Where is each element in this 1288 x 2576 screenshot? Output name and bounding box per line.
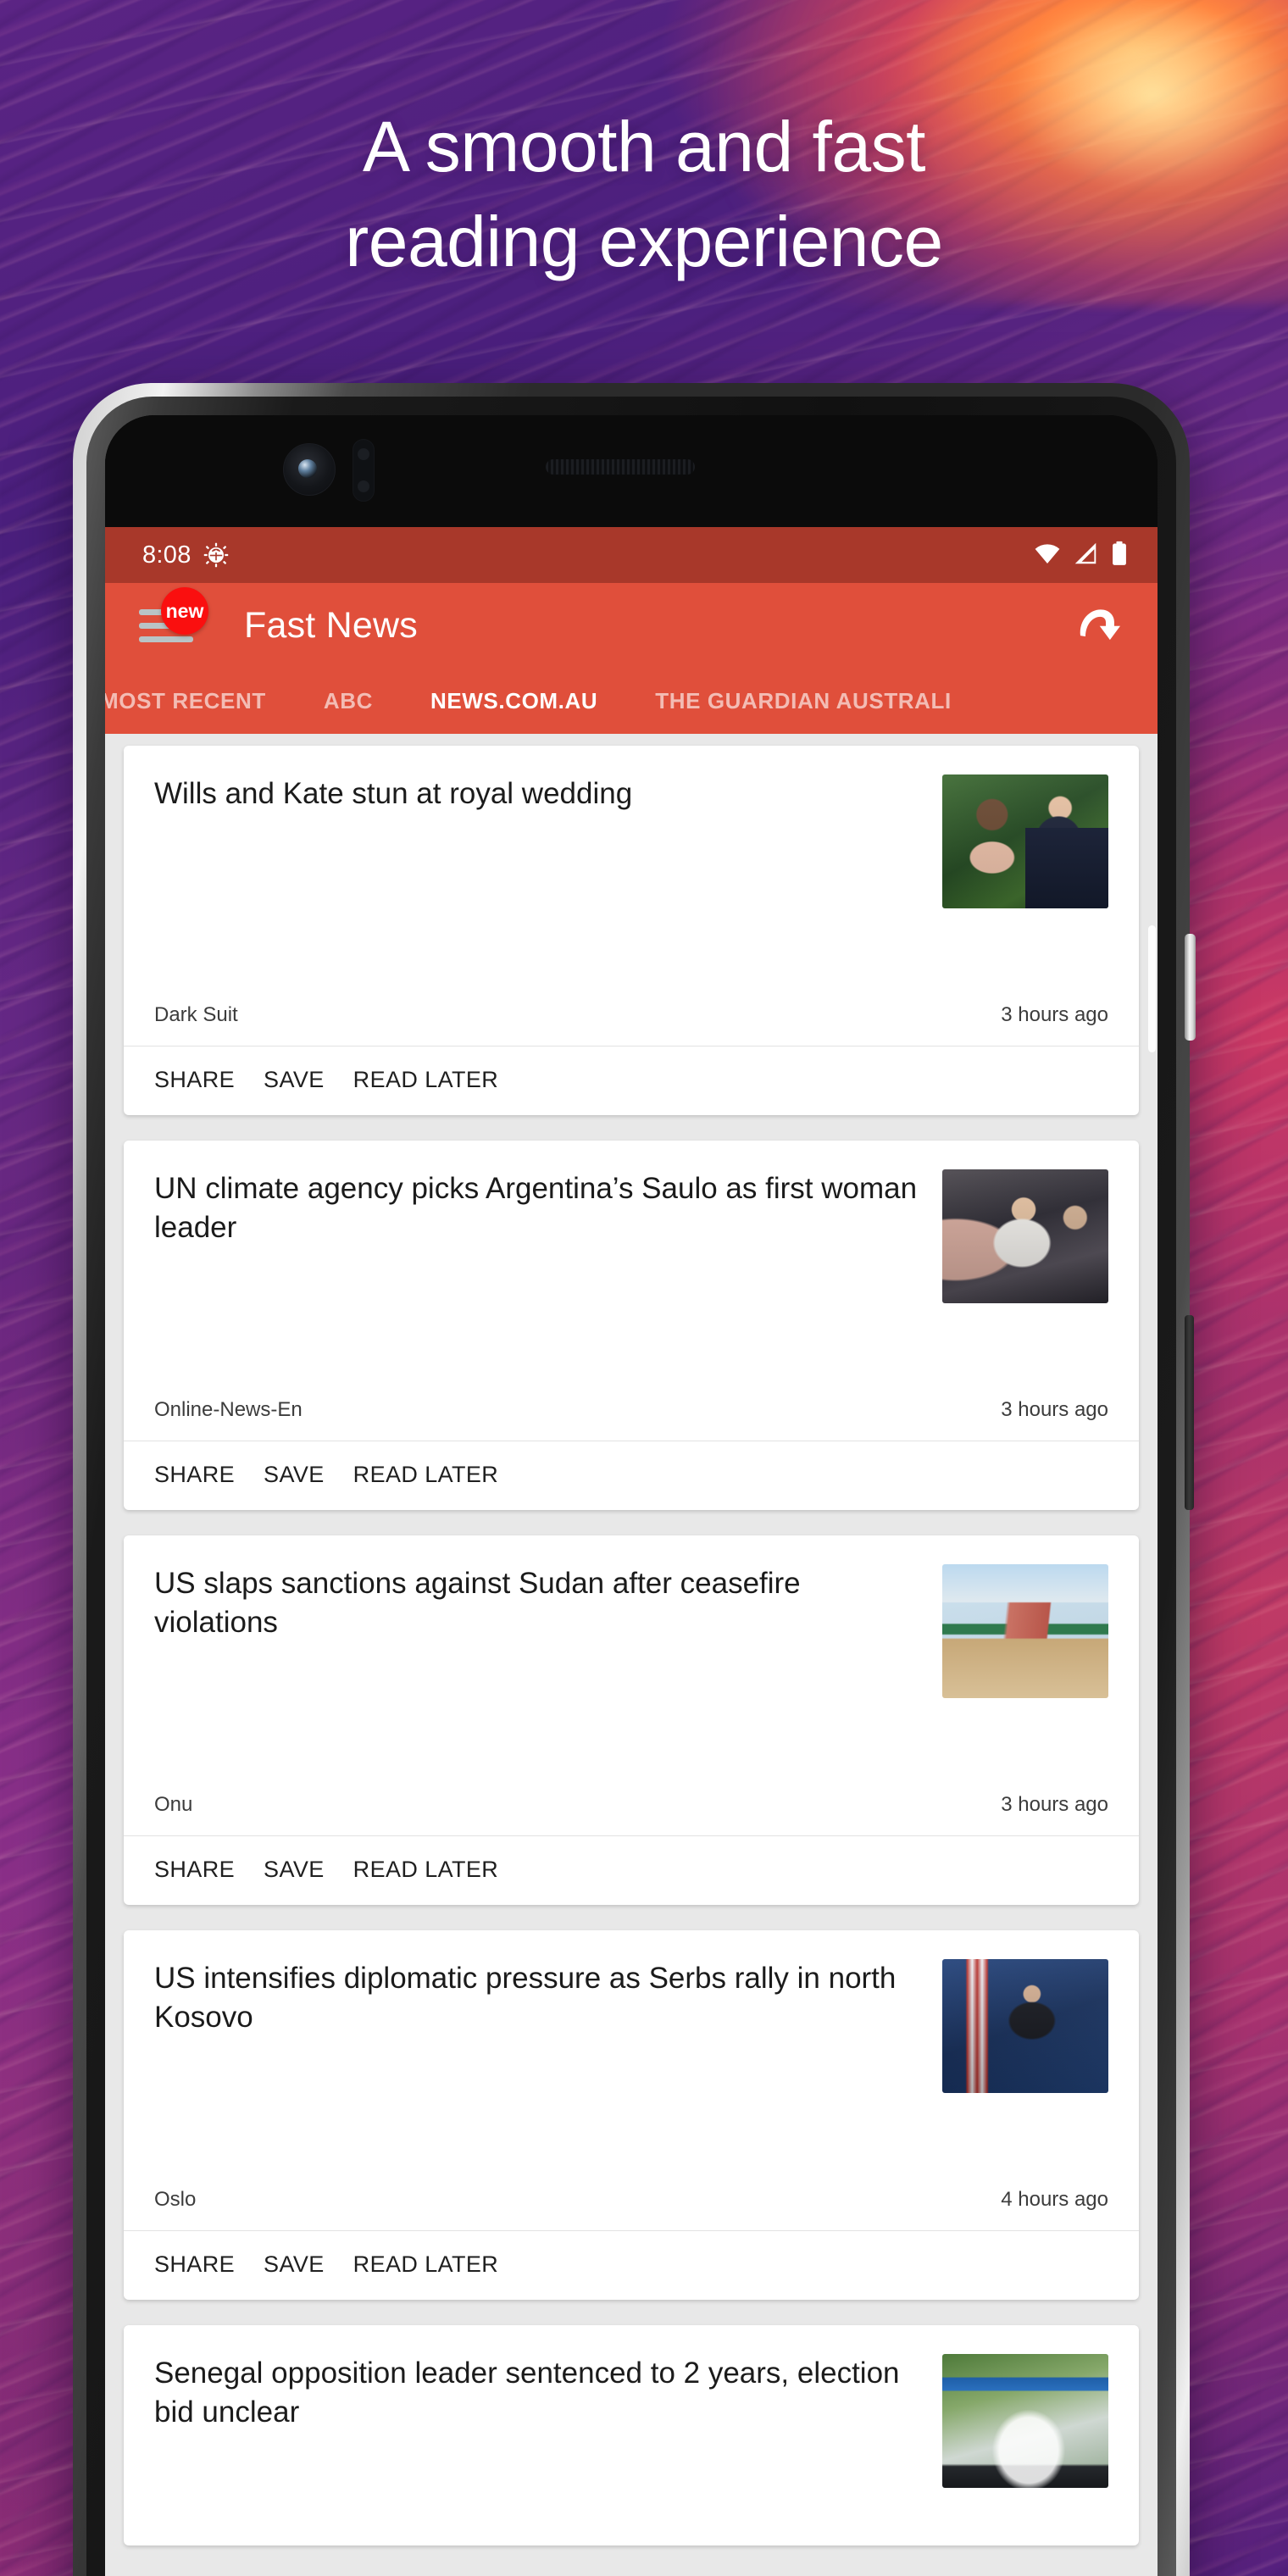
news-card-text: Senegal opposition leader sentenced to 2… <box>154 2354 942 2545</box>
news-card-text: US intensifies diplomatic pressure as Se… <box>154 1959 942 2151</box>
news-card-source: Onu <box>154 1793 193 1816</box>
news-card-title: Wills and Kate stun at royal wedding <box>154 777 633 810</box>
phone-screen: 8:08 new Fast News MOST RECENT ABC NEWS.… <box>105 415 1158 2576</box>
news-card-body[interactable]: UN climate agency picks Argentina’s Saul… <box>124 1141 1139 1361</box>
news-card-timestamp: 3 hours ago <box>1001 1398 1108 1421</box>
news-card-title: US slaps sanctions against Sudan after c… <box>154 1567 801 1640</box>
news-card-actions[interactable]: SHARE SAVE READ LATER <box>124 1835 1139 1905</box>
news-feed[interactable]: Wills and Kate stun at royal wedding Dar… <box>105 734 1158 2576</box>
source-tab-bar[interactable]: MOST RECENT ABC NEWS.COM.AU THE GUARDIAN… <box>105 668 1158 734</box>
share-button[interactable]: SHARE <box>154 1067 235 1093</box>
news-card-title: Senegal opposition leader sentenced to 2… <box>154 2357 900 2429</box>
hamburger-menu-icon[interactable]: new <box>139 587 208 645</box>
phone-volume-button[interactable] <box>1185 1315 1194 1510</box>
tab-news-com-au[interactable]: NEWS.COM.AU <box>402 688 626 714</box>
news-card-actions[interactable]: SHARE SAVE READ LATER <box>124 2230 1139 2300</box>
news-card-body[interactable]: Senegal opposition leader sentenced to 2… <box>124 2325 1139 2545</box>
read-later-button[interactable]: READ LATER <box>353 1067 499 1093</box>
page-title: Fast News <box>244 604 418 646</box>
save-button[interactable]: SAVE <box>264 1067 325 1093</box>
read-later-button[interactable]: READ LATER <box>353 1462 499 1488</box>
share-button[interactable]: SHARE <box>154 1462 235 1488</box>
new-badge: new <box>161 587 208 635</box>
share-button[interactable]: SHARE <box>154 2251 235 2278</box>
promo-headline: A smooth and fast reading experience <box>345 107 943 281</box>
status-bar-clock: 8:08 <box>142 541 192 569</box>
status-bar-icons <box>1034 541 1129 570</box>
phone-mockup: 8:08 new Fast News MOST RECENT ABC NEWS.… <box>73 383 1196 2576</box>
tab-abc[interactable]: ABC <box>295 688 402 714</box>
news-card[interactable]: US slaps sanctions against Sudan after c… <box>124 1535 1139 1905</box>
tab-the-guardian-australia[interactable]: THE GUARDIAN AUSTRALI <box>626 688 980 714</box>
news-card-source: Dark Suit <box>154 1003 238 1026</box>
news-card-thumbnail <box>942 1169 1108 1303</box>
news-card-thumbnail <box>942 2354 1108 2488</box>
news-card-meta: Oslo 4 hours ago <box>124 2188 1139 2230</box>
read-later-button[interactable]: READ LATER <box>353 2251 499 2278</box>
save-button[interactable]: SAVE <box>264 1857 325 1883</box>
proximity-sensor-icon <box>353 439 375 502</box>
news-card-title: UN climate agency picks Argentina’s Saul… <box>154 1172 918 1245</box>
news-card-meta: Online-News-En 3 hours ago <box>124 1398 1139 1441</box>
battery-icon <box>1110 541 1129 570</box>
news-card-thumbnail <box>942 1959 1108 2093</box>
status-bar: 8:08 <box>105 527 1158 583</box>
save-button[interactable]: SAVE <box>264 1462 325 1488</box>
bug-gear-icon <box>203 542 229 568</box>
news-card-timestamp: 3 hours ago <box>1001 1793 1108 1816</box>
tab-most-recent[interactable]: MOST RECENT <box>105 688 295 714</box>
news-card-body[interactable]: US slaps sanctions against Sudan after c… <box>124 1535 1139 1756</box>
news-card-text: UN climate agency picks Argentina’s Saul… <box>154 1169 942 1361</box>
share-button[interactable]: SHARE <box>154 1857 235 1883</box>
news-card-thumbnail <box>942 774 1108 908</box>
wifi-icon <box>1034 541 1061 569</box>
phone-inner-frame: 8:08 new Fast News MOST RECENT ABC NEWS.… <box>86 397 1176 2576</box>
app-bar: new Fast News <box>105 583 1158 668</box>
news-card-source: Oslo <box>154 2188 197 2211</box>
refresh-icon[interactable] <box>1069 596 1129 655</box>
news-card-text: US slaps sanctions against Sudan after c… <box>154 1564 942 1756</box>
news-card-meta: Onu 3 hours ago <box>124 1793 1139 1835</box>
scrollbar-thumb[interactable] <box>1148 925 1156 1052</box>
news-card-actions[interactable]: SHARE SAVE READ LATER <box>124 1046 1139 1115</box>
phone-power-button[interactable] <box>1185 934 1196 1041</box>
news-card-text: Wills and Kate stun at royal wedding <box>154 774 942 966</box>
front-camera-icon <box>283 443 336 496</box>
news-card-source: Online-News-En <box>154 1398 303 1421</box>
news-card-thumbnail <box>942 1564 1108 1698</box>
signal-icon <box>1073 541 1098 569</box>
hamburger-line <box>139 636 193 642</box>
news-card-title: US intensifies diplomatic pressure as Se… <box>154 1962 897 2035</box>
news-card[interactable]: US intensifies diplomatic pressure as Se… <box>124 1930 1139 2300</box>
news-card[interactable]: UN climate agency picks Argentina’s Saul… <box>124 1141 1139 1510</box>
app-screen: 8:08 new Fast News MOST RECENT ABC NEWS.… <box>105 527 1158 2576</box>
phone-top-face <box>105 415 1158 527</box>
news-card-actions[interactable]: SHARE SAVE READ LATER <box>124 1441 1139 1510</box>
earpiece-speaker-icon <box>546 459 695 475</box>
news-card[interactable]: Senegal opposition leader sentenced to 2… <box>124 2325 1139 2545</box>
news-card-body[interactable]: Wills and Kate stun at royal wedding <box>124 746 1139 966</box>
news-card-body[interactable]: US intensifies diplomatic pressure as Se… <box>124 1930 1139 2151</box>
news-card-meta: Dark Suit 3 hours ago <box>124 1003 1139 1046</box>
news-card-timestamp: 4 hours ago <box>1001 2188 1108 2211</box>
save-button[interactable]: SAVE <box>264 2251 325 2278</box>
news-card-timestamp: 3 hours ago <box>1001 1003 1108 1026</box>
read-later-button[interactable]: READ LATER <box>353 1857 499 1883</box>
news-card[interactable]: Wills and Kate stun at royal wedding Dar… <box>124 746 1139 1115</box>
promo-screenshot: A smooth and fast reading experience 8:0… <box>0 0 1288 2576</box>
